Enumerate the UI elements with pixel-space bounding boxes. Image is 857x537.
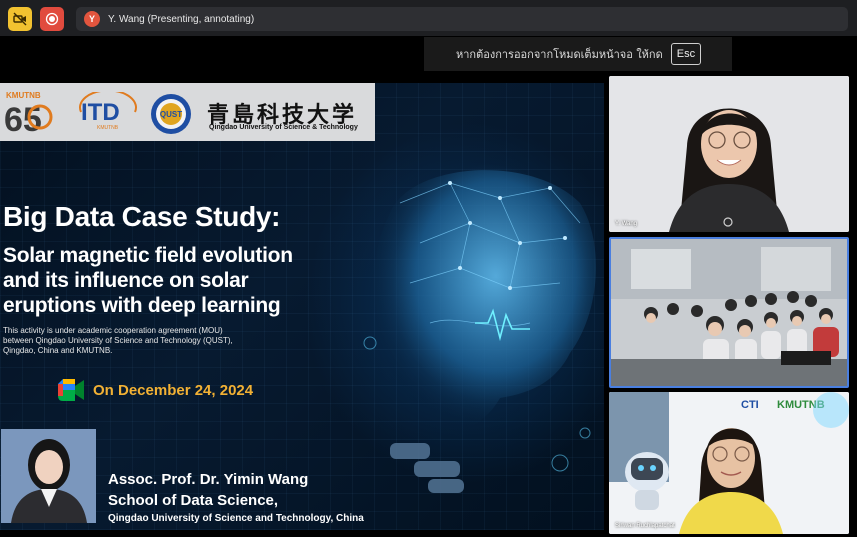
google-meet-icon bbox=[58, 379, 84, 401]
participant-tile[interactable]: Y. Wang bbox=[609, 76, 849, 232]
partner-logo-bar: KMUTNB 65 ITD KMUTNB QUST 青島科技大学 Qingdao… bbox=[0, 83, 375, 141]
meeting-top-bar: Y Y. Wang (Presenting, annotating) bbox=[0, 0, 857, 36]
itd-logo-text: ITD bbox=[81, 99, 120, 126]
participant-name: Siriwan Ruchlapatchat bbox=[615, 523, 675, 529]
esc-key-button[interactable]: Esc bbox=[670, 43, 702, 65]
subtitle-line: and its influence on solar bbox=[3, 269, 249, 292]
speaker-photo bbox=[1, 429, 96, 523]
slide-subtitle: Solar magnetic field evolution and its i… bbox=[3, 243, 363, 318]
itd-logo-subtext: KMUTNB bbox=[97, 125, 119, 131]
participant-tile-active[interactable] bbox=[609, 237, 849, 388]
speaker-school: School of Data Science, bbox=[108, 492, 279, 509]
mou-line: This activity is under academic cooperat… bbox=[3, 326, 223, 335]
speaker-university: Qingdao University of Science and Techno… bbox=[108, 513, 364, 524]
kmutnb-65-logo: KMUTNB 65 bbox=[4, 91, 53, 137]
presenter-avatar: Y bbox=[84, 11, 100, 27]
camera-off-button[interactable] bbox=[8, 7, 32, 31]
speaker-portrait-image bbox=[1, 429, 96, 523]
camera-off-icon bbox=[13, 12, 27, 26]
mou-notice: This activity is under academic cooperat… bbox=[3, 326, 343, 356]
fullscreen-exit-message: หากต้องการออกจากโหมดเต็มหน้าจอ ให้กด bbox=[456, 48, 663, 61]
classroom-video-feed bbox=[611, 239, 847, 386]
record-icon bbox=[45, 12, 59, 26]
presenter-status[interactable]: Y Y. Wang (Presenting, annotating) bbox=[76, 7, 848, 31]
qust-logo-text: QUST bbox=[160, 110, 182, 119]
cti-logo-text: CTI bbox=[741, 399, 759, 411]
ai-head-illustration bbox=[363, 170, 597, 493]
kmutnb-logo-text: KMUTNB bbox=[6, 91, 41, 100]
mou-line: Qingdao, China and KMUTNB. bbox=[3, 346, 113, 355]
participant-name: Y. Wang bbox=[615, 221, 638, 227]
participant-video-feed bbox=[609, 76, 849, 232]
fullscreen-exit-notice: หากต้องการออกจากโหมดเต็มหน้าจอ ให้กด Esc bbox=[424, 37, 732, 71]
subtitle-line: eruptions with deep learning bbox=[3, 294, 281, 317]
itd-logo: ITD KMUTNB bbox=[79, 92, 137, 131]
event-date: On December 24, 2024 bbox=[93, 382, 254, 399]
mou-line: between Qingdao University of Science an… bbox=[3, 336, 233, 345]
slide-title: Big Data Case Study: bbox=[3, 201, 281, 232]
shared-presentation-slide: KMUTNB 65 ITD KMUTNB QUST 青島科技大学 Qingdao… bbox=[0, 83, 604, 530]
speaker-name: Assoc. Prof. Dr. Yimin Wang bbox=[108, 471, 309, 488]
qust-english-name: Qingdao University of Science & Technolo… bbox=[209, 124, 358, 131]
record-button[interactable] bbox=[40, 7, 64, 31]
participant-virtual-background-feed: CTI KMUTNB bbox=[609, 392, 849, 534]
participant-tile[interactable]: CTI KMUTNB Siriwan Ruchlapatchat bbox=[609, 392, 849, 534]
subtitle-line: Solar magnetic field evolution bbox=[3, 244, 293, 267]
presenter-label: Y. Wang (Presenting, annotating) bbox=[108, 13, 255, 25]
qust-emblem-logo: QUST bbox=[151, 94, 191, 134]
